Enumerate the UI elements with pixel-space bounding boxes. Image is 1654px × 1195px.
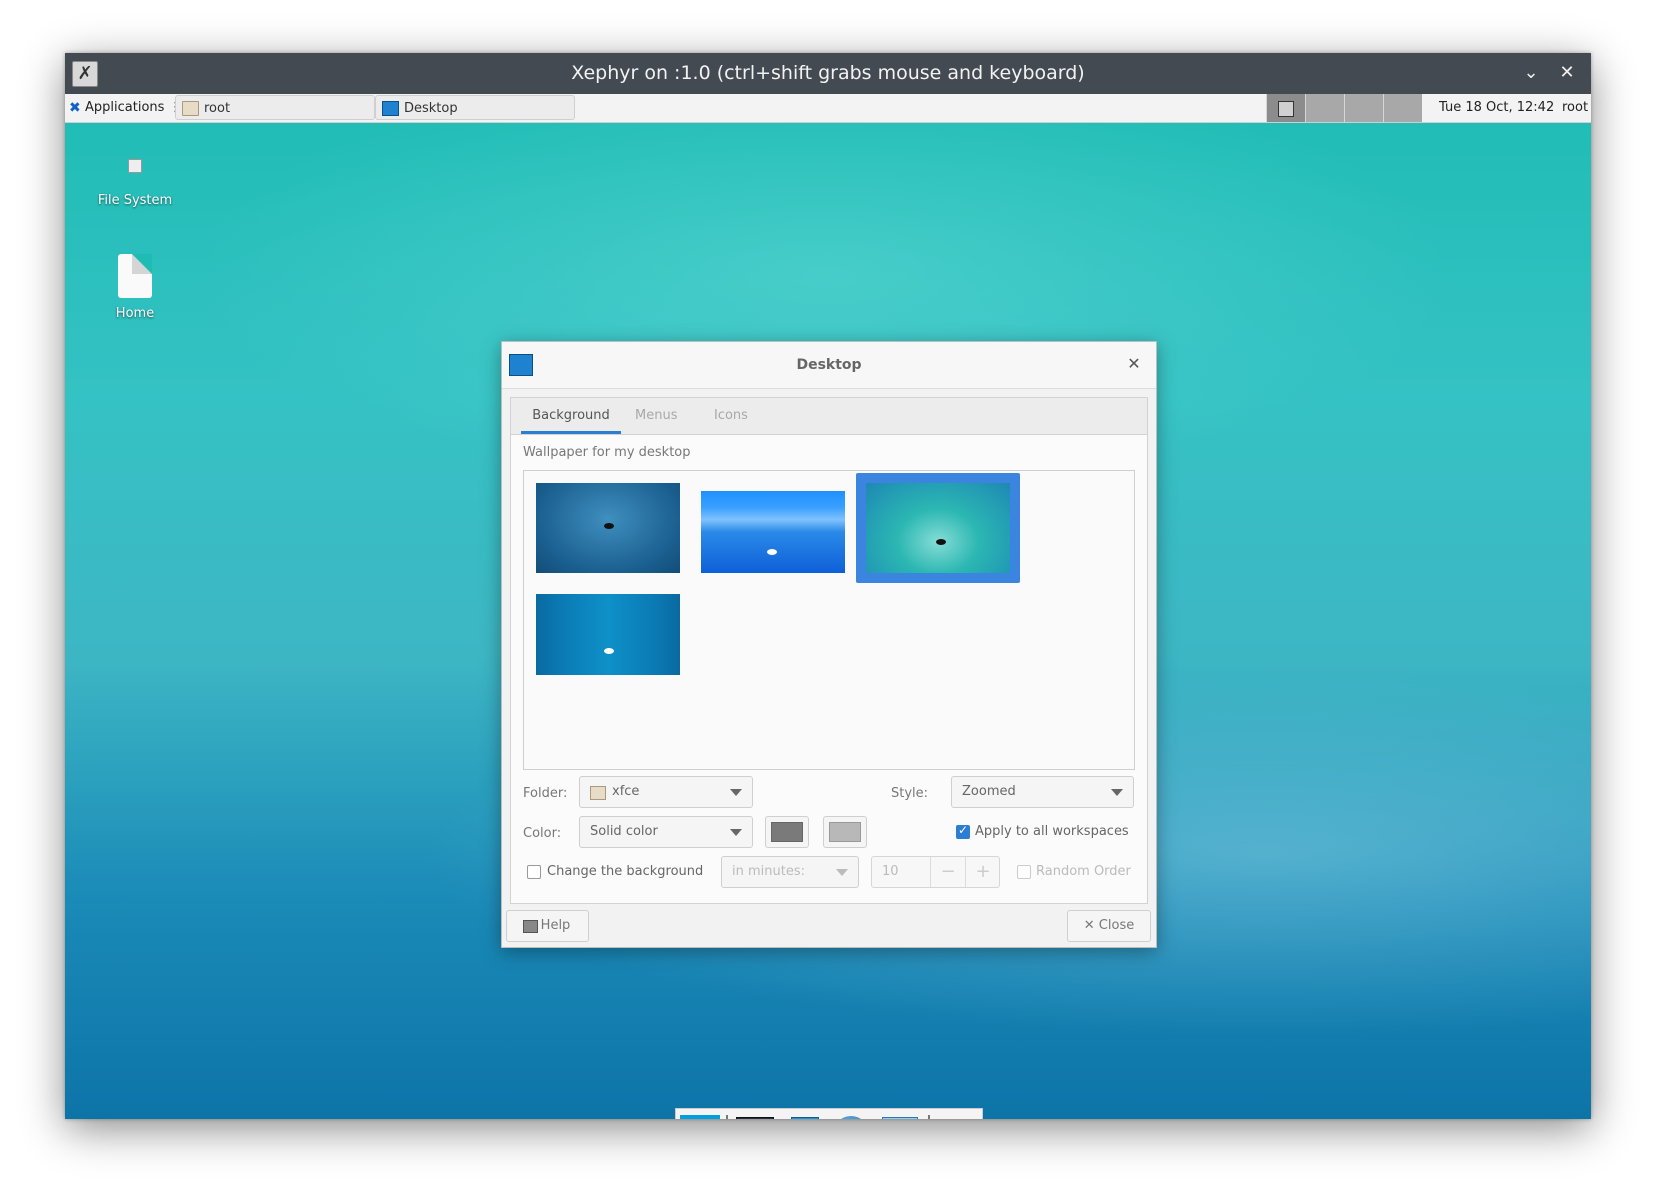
apply-all-label: Apply to all workspaces	[975, 824, 1129, 839]
secondary-color-button[interactable]	[823, 816, 867, 848]
xfce-logo-icon: ✖	[69, 100, 81, 116]
folder-icon	[182, 101, 199, 116]
terminal-icon[interactable]: >_	[734, 1113, 776, 1119]
task-label: root	[204, 101, 231, 116]
desktop-icon-label: File System	[97, 193, 173, 208]
interval-spinner[interactable]: 10 − +	[871, 856, 1000, 888]
wallpaper-thumb[interactable]	[701, 491, 845, 573]
plus-icon[interactable]: +	[965, 857, 1000, 887]
folder-combo[interactable]: xfce	[579, 776, 753, 808]
primary-color-button[interactable]	[765, 816, 809, 848]
task-button-root[interactable]: root	[175, 95, 375, 120]
desktop-icon-label: Home	[115, 306, 155, 321]
minimize-icon[interactable]: ⌄	[1519, 61, 1543, 85]
app-finder-icon[interactable]	[878, 1113, 920, 1119]
chevron-down-icon	[836, 869, 848, 876]
clock[interactable]: Tue 18 Oct, 12:42	[1439, 94, 1554, 122]
interval-amount: 10	[882, 864, 899, 879]
background-tab-page: Wallpaper for my desktop Folder: xfce St…	[510, 434, 1148, 904]
help-button[interactable]: Help	[506, 910, 589, 942]
tab-icons[interactable]: Icons	[714, 398, 748, 434]
wallpaper-label: Wallpaper for my desktop	[523, 445, 691, 460]
chevron-down-icon	[730, 789, 742, 796]
color-style-combo[interactable]: Solid color	[579, 816, 753, 848]
drive-icon	[128, 159, 142, 173]
chevron-down-icon	[730, 829, 742, 836]
secondary-color-swatch	[829, 822, 861, 842]
task-button-desktop[interactable]: Desktop	[375, 95, 575, 120]
change-background-label: Change the background	[547, 864, 704, 879]
dialog-close-icon[interactable]: ✕	[1124, 354, 1144, 374]
style-label: Style:	[891, 786, 929, 801]
minus-icon[interactable]: −	[930, 857, 965, 887]
user-menu[interactable]: root	[1562, 94, 1588, 122]
apply-all-checkbox[interactable]	[956, 823, 970, 839]
workspace-3[interactable]	[1344, 94, 1383, 122]
desktop-settings-dialog: Desktop ✕ Background Menus Icons Wallpap…	[501, 341, 1157, 948]
style-combo[interactable]: Zoomed	[951, 776, 1134, 808]
close-button[interactable]: ✕ Close	[1067, 910, 1151, 942]
close-icon[interactable]: ✕	[1555, 61, 1579, 85]
wallpaper-grid	[523, 470, 1135, 770]
random-order-label: Random Order	[1036, 864, 1131, 879]
applications-menu[interactable]: ✖ Applications ⋮	[67, 96, 182, 120]
color-label: Color:	[523, 826, 562, 841]
folder-value: xfce	[612, 784, 640, 799]
desktop-settings-icon	[382, 101, 399, 116]
close-icon: ✕	[1083, 918, 1099, 933]
dialog-title: Desktop	[796, 357, 862, 373]
color-style-value: Solid color	[590, 824, 658, 839]
workspace-2[interactable]	[1305, 94, 1344, 122]
workspace-4[interactable]	[1383, 94, 1422, 122]
show-desktop-icon[interactable]	[678, 1113, 720, 1119]
top-panel: ✖ Applications ⋮ root Desktop Tue 18 Oct…	[65, 94, 1591, 123]
desktop[interactable]: ✖ Applications ⋮ root Desktop Tue 18 Oct…	[65, 94, 1591, 1119]
wallpaper-thumb[interactable]	[536, 594, 680, 675]
dock: >_	[675, 1108, 983, 1119]
wallpaper-thumb-selected[interactable]	[866, 483, 1010, 573]
folder-icon[interactable]	[934, 1113, 976, 1119]
random-order-checkbox[interactable]	[1017, 865, 1031, 879]
desktop-icon-file-system[interactable]: File System	[75, 159, 195, 208]
host-titlebar[interactable]: ✗ Xephyr on :1.0 (ctrl+shift grabs mouse…	[65, 53, 1591, 94]
host-window-title: Xephyr on :1.0 (ctrl+shift grabs mouse a…	[571, 62, 1085, 84]
change-background-checkbox[interactable]	[527, 865, 541, 879]
folder-label: Folder:	[523, 786, 568, 801]
tab-menus[interactable]: Menus	[635, 398, 677, 434]
task-label: Desktop	[404, 101, 458, 116]
workspace-1[interactable]	[1266, 94, 1305, 122]
interval-value: in minutes:	[732, 864, 805, 879]
web-browser-icon[interactable]	[830, 1113, 872, 1119]
folder-icon	[590, 786, 606, 800]
help-icon	[523, 920, 538, 933]
desktop-icon-home[interactable]: Home	[75, 254, 195, 321]
interval-combo[interactable]: in minutes:	[721, 856, 859, 888]
home-folder-icon	[118, 254, 152, 298]
tab-bar: Background Menus Icons	[510, 397, 1148, 436]
help-label: Help	[540, 918, 571, 933]
close-label: Close	[1098, 918, 1135, 933]
primary-color-swatch	[771, 822, 803, 842]
dialog-titlebar[interactable]: Desktop ✕	[502, 342, 1156, 389]
tab-background[interactable]: Background	[521, 398, 621, 434]
chevron-down-icon	[1111, 789, 1123, 796]
file-manager-icon[interactable]	[782, 1113, 824, 1119]
xephyr-window: ✗ Xephyr on :1.0 (ctrl+shift grabs mouse…	[65, 53, 1591, 1119]
applications-label: Applications	[85, 100, 165, 115]
wallpaper-thumb[interactable]	[536, 483, 680, 573]
style-value: Zoomed	[962, 784, 1016, 799]
